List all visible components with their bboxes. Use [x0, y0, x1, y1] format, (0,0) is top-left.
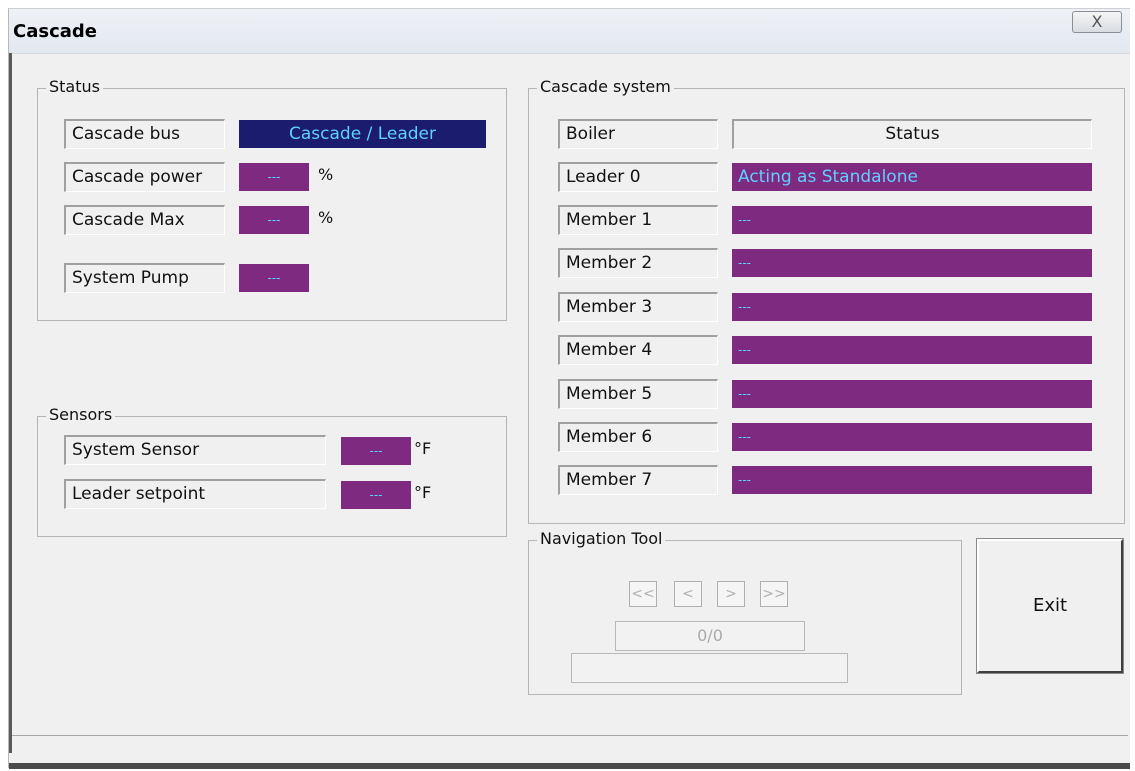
cascade-system-group: Cascade system Boiler Status Leader 0 Ac… [528, 77, 1125, 524]
window-title: Cascade [13, 21, 97, 42]
cascade-bus-value: Cascade / Leader [239, 120, 486, 148]
close-icon: X [1091, 12, 1103, 31]
cascade-power-value: --- [239, 163, 309, 191]
leader-setpoint-value: --- [341, 481, 411, 509]
nav-info-field [571, 653, 848, 683]
cascade-bus-label: Cascade bus [64, 119, 225, 149]
system-pump-label: System Pump [64, 263, 225, 293]
nav-last-button[interactable]: >> [760, 581, 788, 607]
cascade-max-label: Cascade Max [64, 205, 225, 235]
boiler-status-member-2: --- [732, 249, 1092, 277]
close-button[interactable]: X [1072, 11, 1122, 33]
exit-button[interactable]: Exit [976, 538, 1124, 674]
leader-setpoint-unit: °F [414, 483, 432, 502]
boiler-label-member-2: Member 2 [558, 248, 718, 278]
nav-next-button[interactable]: > [717, 581, 745, 607]
boiler-label-member-5: Member 5 [558, 379, 718, 409]
system-sensor-unit: °F [414, 439, 432, 458]
status-header: Status [732, 119, 1092, 149]
boiler-label-member-3: Member 3 [558, 292, 718, 322]
sensors-group: Sensors System Sensor --- °F Leader setp… [37, 405, 507, 537]
boiler-label-member-7: Member 7 [558, 465, 718, 495]
boiler-header: Boiler [558, 119, 718, 149]
boiler-status-leader-0: Acting as Standalone [732, 163, 1092, 191]
system-pump-value: --- [239, 264, 309, 292]
nav-prev-button[interactable]: < [674, 581, 702, 607]
status-group: Status Cascade bus Cascade / Leader Casc… [37, 77, 507, 321]
boiler-label-leader-0: Leader 0 [558, 162, 718, 192]
cascade-window: Cascade X Status Cascade bus Cascade / L… [8, 8, 1130, 769]
boiler-status-member-6: --- [732, 423, 1092, 451]
navigation-tool-group: Navigation Tool << < > >> 0/0 [528, 529, 962, 695]
status-bar [12, 735, 1128, 764]
navigation-tool-legend: Navigation Tool [537, 529, 666, 548]
boiler-status-member-4: --- [732, 336, 1092, 364]
boiler-status-member-3: --- [732, 293, 1092, 321]
system-sensor-value: --- [341, 437, 411, 465]
nav-counter: 0/0 [615, 621, 805, 651]
boiler-label-member-1: Member 1 [558, 205, 718, 235]
window-left-edge [9, 53, 12, 753]
cascade-max-unit: % [318, 208, 334, 227]
nav-first-button[interactable]: << [629, 581, 657, 607]
cascade-max-value: --- [239, 206, 309, 234]
cascade-system-legend: Cascade system [537, 77, 674, 96]
cascade-power-unit: % [318, 165, 334, 184]
boiler-status-member-5: --- [732, 380, 1092, 408]
boiler-label-member-6: Member 6 [558, 422, 718, 452]
boiler-label-member-4: Member 4 [558, 335, 718, 365]
title-bar: Cascade X [9, 9, 1130, 54]
boiler-status-member-1: --- [732, 206, 1092, 234]
leader-setpoint-label: Leader setpoint [64, 479, 326, 509]
system-sensor-label: System Sensor [64, 435, 326, 465]
boiler-status-member-7: --- [732, 466, 1092, 494]
window-bottom-edge [9, 763, 1130, 769]
cascade-power-label: Cascade power [64, 162, 225, 192]
status-legend: Status [46, 77, 103, 96]
sensors-legend: Sensors [46, 405, 116, 424]
